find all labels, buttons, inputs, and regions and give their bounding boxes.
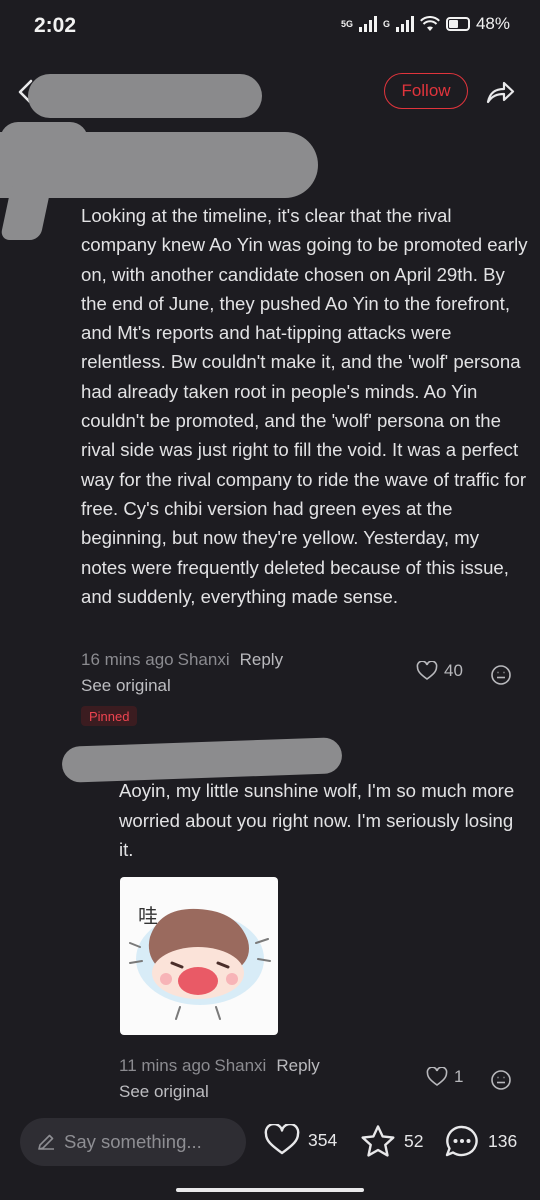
favorite-post-button[interactable]: 52 xyxy=(360,1124,423,1158)
see-original-link[interactable]: See original xyxy=(81,676,171,696)
status-icons: 5G G 48% xyxy=(341,14,510,34)
comment-input-placeholder: Say something... xyxy=(64,1131,202,1152)
pinned-badge: Pinned xyxy=(81,706,138,726)
network-label-2: G xyxy=(382,19,390,29)
star-icon xyxy=(361,1125,395,1157)
sticker-text: 哇 xyxy=(138,904,158,928)
emoji-icon[interactable] xyxy=(490,1069,512,1091)
pencil-icon xyxy=(38,1134,54,1150)
crying-sticker-icon: 哇 xyxy=(129,904,271,1020)
post-like-count: 354 xyxy=(308,1129,338,1150)
comments-button[interactable]: 136 xyxy=(444,1124,517,1158)
comment-icon xyxy=(445,1125,478,1157)
follow-button[interactable]: Follow xyxy=(384,73,468,109)
comment-meta: 16 mins ago Shanxi Reply xyxy=(81,650,283,670)
post-comment-count: 136 xyxy=(488,1130,518,1151)
comment-text: Looking at the timeline, it's clear that… xyxy=(81,205,528,607)
reply-button[interactable]: Reply xyxy=(240,650,283,670)
network-label: 5G xyxy=(340,19,353,29)
share-icon[interactable] xyxy=(484,78,516,106)
reply-like-button[interactable]: 1 xyxy=(426,1067,463,1087)
reply-see-original-link[interactable]: See original xyxy=(119,1082,209,1102)
comment-location: Shanxi xyxy=(177,650,230,669)
author-name-redacted xyxy=(28,74,262,118)
reply-meta: 11 mins ago Shanxi Reply xyxy=(119,1056,320,1076)
heart-icon xyxy=(416,661,438,680)
heart-icon xyxy=(426,1067,448,1086)
comment-like-button[interactable]: 40 xyxy=(416,661,463,681)
battery-icon xyxy=(445,17,470,31)
comment-like-count: 40 xyxy=(444,661,463,680)
comment-input[interactable]: Say something... xyxy=(20,1118,246,1166)
home-indicator[interactable] xyxy=(176,1188,364,1192)
comment-time: 16 mins ago xyxy=(81,650,174,669)
like-post-button[interactable]: 354 xyxy=(264,1124,337,1156)
signal-icon-2 xyxy=(395,16,414,32)
reply-text: Aoyin, my little sunshine wolf, I'm so m… xyxy=(119,780,515,860)
reply-sticker-image[interactable]: 哇 xyxy=(120,877,278,1035)
post-favorite-count: 52 xyxy=(404,1130,424,1151)
signal-icon xyxy=(358,16,377,32)
reply-location: Shanxi xyxy=(214,1056,267,1075)
reply-like-count: 1 xyxy=(454,1067,464,1086)
status-bar: 2:02 5G G 48% xyxy=(0,0,540,56)
battery-level: 48% xyxy=(475,14,510,33)
status-time: 2:02 xyxy=(34,14,77,37)
reply-reply-button[interactable]: Reply xyxy=(276,1056,319,1076)
emoji-icon[interactable] xyxy=(490,664,512,686)
wifi-icon xyxy=(420,16,440,31)
reply-time: 11 mins ago xyxy=(119,1056,211,1075)
heart-icon xyxy=(264,1124,300,1155)
bottom-action-bar: Say something... 354 52 136 xyxy=(0,1106,540,1200)
